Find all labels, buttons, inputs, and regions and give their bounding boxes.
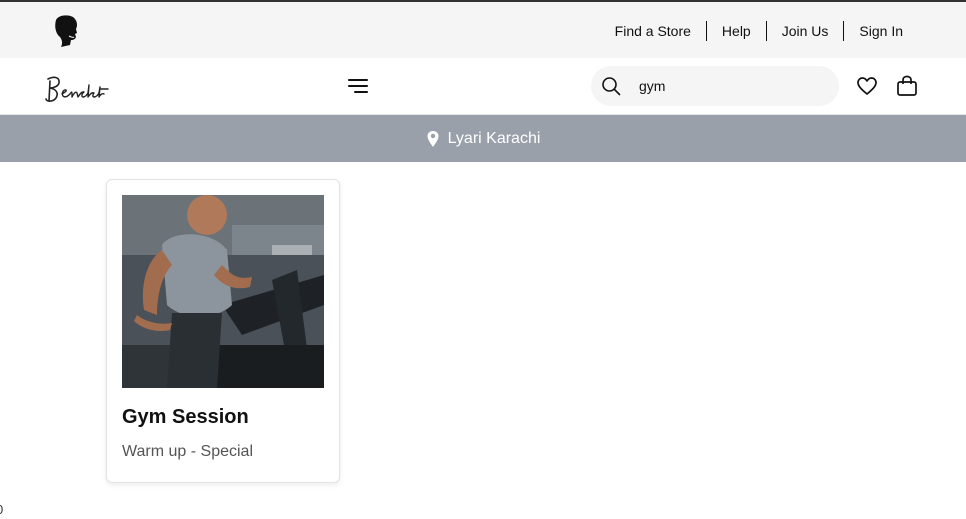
bag-icon[interactable]	[895, 74, 919, 98]
location-text: Lyari Karachi	[447, 129, 541, 147]
location-bar[interactable]: Lyari Karachi	[0, 115, 966, 162]
join-us-link[interactable]: Join Us	[767, 21, 844, 41]
location-pin-icon	[427, 130, 439, 147]
result-subtitle: Warm up - Special	[122, 443, 253, 460]
help-link[interactable]: Help	[707, 21, 766, 41]
result-title: Gym Session	[122, 406, 249, 428]
top-utility-bar: Find a Store Help Join Us Sign In	[0, 0, 966, 58]
sign-in-link[interactable]: Sign In	[844, 21, 903, 41]
search-input[interactable]	[639, 74, 819, 98]
result-card[interactable]: Gym Session Warm up - Special	[106, 179, 340, 483]
brand-logo[interactable]	[44, 67, 128, 107]
find-store-link[interactable]: Find a Store	[600, 21, 706, 41]
search-icon[interactable]	[601, 76, 621, 96]
search-box[interactable]	[591, 66, 839, 106]
heart-icon[interactable]	[855, 75, 879, 97]
top-links: Find a Store Help Join Us Sign In	[600, 21, 903, 41]
gym-session-photo[interactable]	[122, 195, 324, 388]
brand-head-icon[interactable]	[50, 14, 80, 48]
main-nav	[0, 58, 966, 115]
edge-text: 0	[0, 502, 3, 517]
menu-icon[interactable]	[346, 75, 370, 97]
